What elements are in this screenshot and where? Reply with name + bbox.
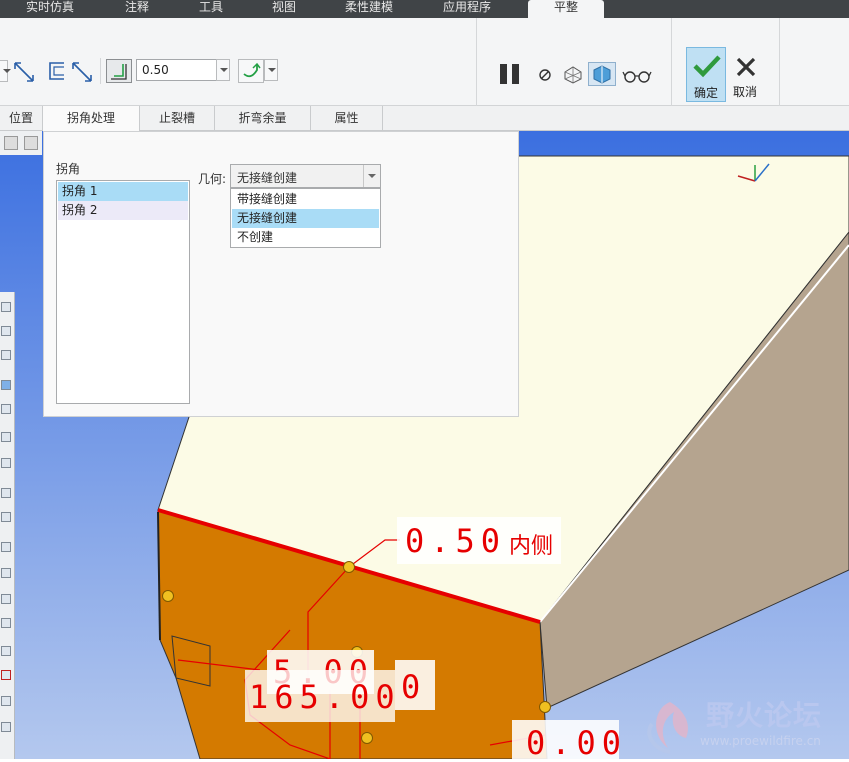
repaint-icon[interactable] bbox=[1, 380, 11, 390]
named-views-icon[interactable] bbox=[1, 432, 11, 442]
chevron-down-icon[interactable] bbox=[363, 165, 380, 187]
plane-display-icon[interactable] bbox=[1, 512, 11, 522]
watermark-logo bbox=[647, 702, 689, 754]
orient-mode-icon[interactable] bbox=[1, 696, 11, 706]
zoom-fit-icon[interactable] bbox=[1, 302, 11, 312]
mini-toolbar bbox=[0, 131, 42, 155]
geometry-selected-value: 无接缝创建 bbox=[237, 171, 298, 185]
tab-realtime-sim[interactable]: 实时仿真 bbox=[26, 0, 82, 18]
close-icon bbox=[736, 57, 756, 77]
list-item-corner-2[interactable]: 拐角 2 bbox=[58, 201, 188, 220]
corner-list[interactable]: 拐角 1 拐角 2 bbox=[56, 180, 190, 404]
verify-preview-button[interactable] bbox=[588, 62, 616, 86]
left-tool-strip bbox=[0, 292, 15, 759]
annotation-display-icon[interactable] bbox=[1, 618, 11, 628]
subtab-bend-allowance[interactable]: 折弯余量 bbox=[215, 106, 311, 130]
geometry-options-list[interactable]: 带接缝创建 无接缝创建 不创建 bbox=[230, 188, 381, 248]
datum-display-icon[interactable] bbox=[1, 488, 11, 498]
subtab-corner-treatment[interactable]: 拐角处理 bbox=[43, 106, 140, 132]
thickness-dropdown-button[interactable] bbox=[216, 59, 230, 81]
closed-corner-icon[interactable] bbox=[70, 60, 94, 84]
option-without-seam[interactable]: 无接缝创建 bbox=[232, 209, 379, 228]
thickness-side-toggle[interactable] bbox=[106, 59, 132, 83]
thickness-value: 0.50 bbox=[142, 63, 169, 77]
dimension-label-b[interactable]: 165.00 bbox=[245, 670, 395, 722]
cancel-button[interactable]: 取消 bbox=[728, 49, 764, 103]
csys-display-icon[interactable] bbox=[1, 594, 11, 604]
tab-view[interactable]: 视图 bbox=[272, 0, 304, 18]
point-display-icon[interactable] bbox=[1, 568, 11, 578]
axis-display-icon[interactable] bbox=[1, 542, 11, 552]
display-style-icon[interactable] bbox=[1, 458, 11, 468]
option-no-create[interactable]: 不创建 bbox=[232, 228, 379, 247]
cancel-label: 取消 bbox=[733, 85, 758, 99]
watermark-url: www.proewildfire.cn bbox=[700, 734, 821, 748]
pause-icon[interactable] bbox=[498, 62, 524, 86]
geometry-label: 几何: bbox=[198, 172, 227, 186]
option-with-seam[interactable]: 带接缝创建 bbox=[232, 190, 379, 209]
zoom-out-icon[interactable] bbox=[1, 350, 11, 360]
more-tools-icon[interactable] bbox=[1, 722, 11, 732]
dimension-label-c[interactable]: 0 bbox=[395, 660, 435, 710]
geometry-select[interactable]: 无接缝创建 bbox=[230, 164, 381, 188]
forum-watermark: 野火论坛 www.proewildfire.cn bbox=[640, 690, 849, 759]
spin-center-icon[interactable] bbox=[1, 646, 11, 656]
tab-annotate[interactable]: 注释 bbox=[125, 0, 157, 18]
subtab-relief[interactable]: 止裂槽 bbox=[140, 106, 215, 130]
corner-relief-icon[interactable] bbox=[12, 60, 36, 84]
geometry-preview-icon[interactable] bbox=[562, 64, 584, 84]
ok-button[interactable]: 确定 bbox=[686, 47, 726, 102]
glasses-icon[interactable] bbox=[622, 67, 652, 85]
open-corner-icon[interactable] bbox=[46, 60, 68, 82]
tab-flatten[interactable]: 平整 bbox=[528, 0, 604, 18]
copy-icon[interactable] bbox=[24, 136, 38, 150]
tab-applications[interactable]: 应用程序 bbox=[443, 0, 499, 18]
zoom-in-icon[interactable] bbox=[1, 326, 11, 336]
ok-label: 确定 bbox=[694, 86, 719, 100]
view-orientation-icon[interactable] bbox=[1, 404, 11, 414]
watermark-text: 野火论坛 bbox=[706, 699, 823, 732]
save-icon[interactable] bbox=[4, 136, 18, 150]
corner-list-title: 拐角 bbox=[56, 162, 81, 176]
dropdown-button[interactable] bbox=[0, 60, 11, 82]
no-preview-icon[interactable] bbox=[537, 67, 553, 83]
subtab-placement[interactable]: 位置 bbox=[0, 106, 43, 130]
sheet-thickness-icon bbox=[111, 64, 127, 80]
flip-direction-button[interactable] bbox=[238, 59, 264, 83]
subtab-properties[interactable]: 属性 bbox=[311, 106, 383, 130]
dimension-label-d[interactable]: 0.00 bbox=[512, 720, 621, 762]
flip-arrow-icon bbox=[243, 62, 261, 78]
tab-flexible-modeling[interactable]: 柔性建模 bbox=[345, 0, 401, 18]
checkmark-icon bbox=[693, 55, 721, 78]
tab-tools[interactable]: 工具 bbox=[199, 0, 231, 18]
list-item-corner-1[interactable]: 拐角 1 bbox=[58, 182, 188, 201]
shaded-preview-icon bbox=[593, 65, 611, 84]
thickness-dimension-label[interactable]: 0.50 内侧 bbox=[397, 517, 561, 564]
flip-direction-dropdown[interactable] bbox=[264, 59, 278, 81]
sketch-display-icon[interactable] bbox=[1, 670, 11, 680]
